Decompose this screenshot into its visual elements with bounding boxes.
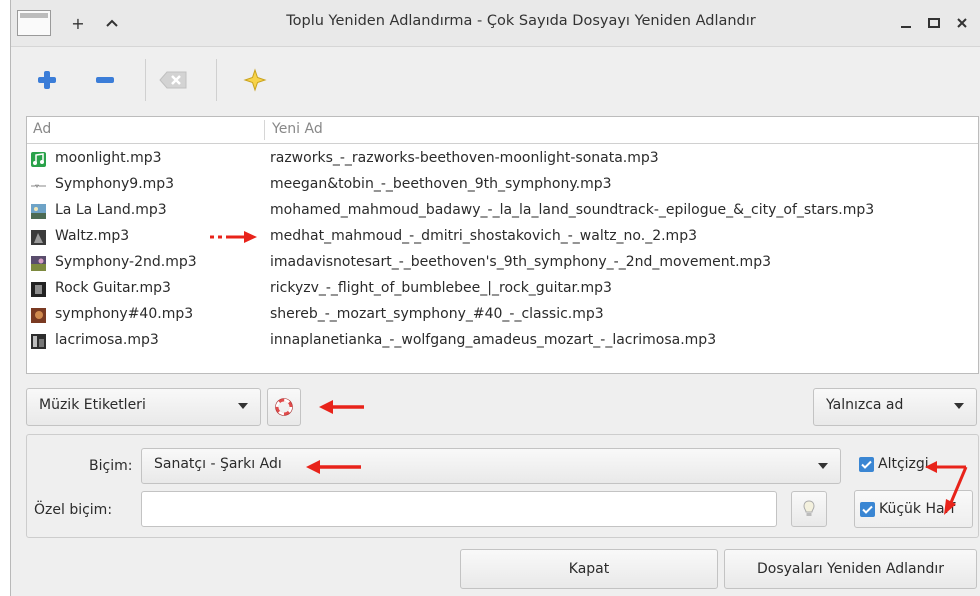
toolbar: [11, 47, 980, 113]
file-name: La La Land.mp3: [55, 202, 167, 218]
help-button[interactable]: [267, 388, 301, 426]
lifebuoy-icon: [275, 398, 293, 416]
new-file-name: meegan&tobin_-_beethoven_9th_symphony.mp…: [270, 176, 612, 192]
album-art-icon: [31, 204, 46, 219]
list-item[interactable]: Waltz.mp3 medhat_mahmoud_-_dmitri_shosta…: [27, 224, 978, 250]
clear-list-button[interactable]: [156, 65, 192, 95]
toolbar-separator: [145, 59, 146, 101]
file-name: Rock Guitar.mp3: [55, 280, 171, 296]
annotation-arrow: [925, 461, 968, 515]
minus-icon: [96, 77, 114, 83]
file-list[interactable]: Ad Yeni Ad moonlight.mp3 razworks_-_razw…: [26, 116, 979, 374]
star-icon: [243, 68, 267, 92]
new-file-name: razworks_-_razworks-beethoven-moonlight-…: [270, 150, 659, 166]
annotation-arrow: [319, 400, 364, 414]
remove-files-button[interactable]: [87, 65, 123, 95]
list-item[interactable]: lacrimosa.mp3 innaplanetianka_-_wolfgang…: [27, 328, 978, 354]
column-header-name[interactable]: Ad: [33, 121, 51, 137]
format-hint-button[interactable]: [791, 491, 827, 527]
file-name: symphony#40.mp3: [55, 306, 194, 322]
lightbulb-icon: [803, 500, 815, 516]
pin-button[interactable]: +: [63, 10, 93, 36]
plus-icon: [38, 71, 56, 89]
waveform-icon: [31, 184, 46, 189]
album-art-icon: [31, 282, 46, 297]
close-icon: [957, 18, 967, 28]
format-panel: Biçim: Sanatçı - Şarkı Adı Özel biçim: A…: [26, 434, 979, 538]
annotation-arrow: [306, 460, 361, 474]
new-file-name: rickyzv_-_flight_of_bumblebee_|_rock_gui…: [270, 280, 612, 296]
source-select[interactable]: Müzik Etiketleri: [26, 388, 261, 426]
close-button[interactable]: Kapat: [460, 549, 718, 589]
clear-icon: [159, 71, 187, 89]
new-file-name: innaplanetianka_-_wolfgang_amadeus_mozar…: [270, 332, 717, 348]
title-bar: + Toplu Yeniden Adlandırma - Çok Sayıda …: [11, 0, 980, 47]
album-art-icon: [31, 230, 46, 245]
file-name: lacrimosa.mp3: [55, 332, 159, 348]
rename-window: + Toplu Yeniden Adlandırma - Çok Sayıda …: [10, 0, 980, 596]
minimize-icon: [901, 26, 911, 28]
chevron-up-icon: [106, 19, 118, 27]
minimize-button[interactable]: [891, 10, 921, 36]
chevron-down-icon: [818, 463, 828, 469]
list-item[interactable]: Rock Guitar.mp3 rickyzv_-_flight_of_bumb…: [27, 276, 978, 302]
new-file-name: mohamed_mahmoud_badawy_-_la_la_land_soun…: [270, 202, 875, 218]
file-name: moonlight.mp3: [55, 150, 162, 166]
about-button[interactable]: [237, 65, 273, 95]
maximize-button[interactable]: [919, 10, 949, 36]
checkmark-icon: [860, 501, 875, 517]
custom-format-label: Özel biçim:: [34, 502, 113, 518]
column-header-new-name[interactable]: Yeni Ad: [272, 121, 323, 137]
maximize-icon: [928, 18, 940, 28]
album-art-icon: [31, 308, 46, 323]
annotation-arrow: [210, 231, 257, 243]
rename-files-button[interactable]: Dosyaları Yeniden Adlandır: [724, 549, 977, 589]
custom-format-input[interactable]: [141, 491, 777, 527]
album-art-icon: [31, 334, 46, 349]
list-item[interactable]: Symphony-2nd.mp3 imadavisnotesart_-_beet…: [27, 250, 978, 276]
list-item[interactable]: Symphony9.mp3 meegan&tobin_-_beethoven_9…: [27, 172, 978, 198]
format-select[interactable]: Sanatçı - Şarkı Adı: [141, 448, 841, 484]
new-file-name: medhat_mahmoud_-_dmitri_shostakovich_-_w…: [270, 228, 697, 244]
list-header: Ad Yeni Ad: [27, 117, 978, 144]
scope-select[interactable]: Yalnızca ad: [813, 388, 977, 426]
file-name: Symphony9.mp3: [55, 176, 175, 192]
chevron-down-icon: [954, 403, 964, 409]
format-label: Biçim:: [89, 458, 133, 474]
music-note-icon: [31, 152, 46, 167]
album-art-icon: [31, 256, 46, 271]
new-file-name: shereb_-_mozart_symphony_#40_-_classic.m…: [270, 306, 604, 322]
new-file-name: imadavisnotesart_-_beethoven's_9th_symph…: [270, 254, 771, 270]
list-item[interactable]: La La Land.mp3 mohamed_mahmoud_badawy_-_…: [27, 198, 978, 224]
add-files-button[interactable]: [29, 65, 65, 95]
toolbar-separator: [216, 59, 217, 101]
file-name: Waltz.mp3: [55, 228, 130, 244]
checkmark-icon: [859, 456, 874, 472]
list-item[interactable]: symphony#40.mp3 shereb_-_mozart_symphony…: [27, 302, 978, 328]
chevron-down-icon: [238, 403, 248, 409]
shade-button[interactable]: [97, 10, 127, 36]
window-title: Toplu Yeniden Adlandırma - Çok Sayıda Do…: [286, 13, 756, 29]
file-name: Symphony-2nd.mp3: [55, 254, 197, 270]
underscore-checkbox[interactable]: Altçizgi: [859, 456, 929, 472]
window-menu-icon[interactable]: [17, 10, 51, 36]
list-item[interactable]: moonlight.mp3 razworks_-_razworks-beetho…: [27, 146, 978, 172]
close-window-button[interactable]: [947, 10, 977, 36]
